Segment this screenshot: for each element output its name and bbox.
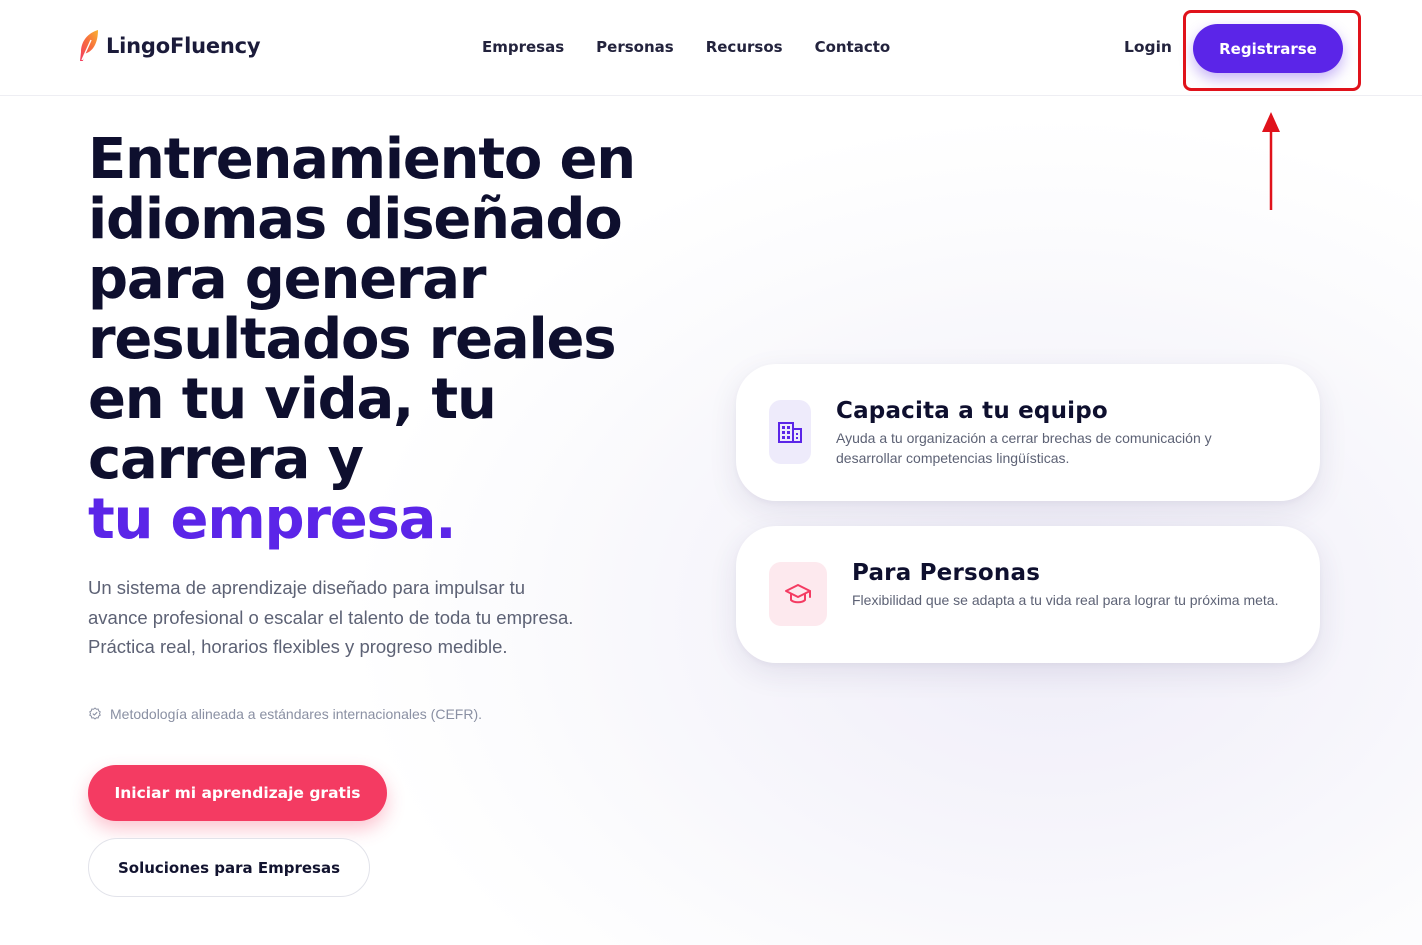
login-link[interactable]: Login bbox=[1124, 38, 1172, 56]
card-title: Capacita a tu equipo bbox=[836, 398, 1108, 424]
card-icon-container bbox=[769, 400, 811, 464]
card-title: Para Personas bbox=[852, 560, 1041, 586]
annotation-arrow-icon bbox=[1262, 112, 1280, 210]
hero-title-line: resultados reales bbox=[88, 307, 617, 372]
feather-logo-icon bbox=[80, 30, 98, 61]
main-nav: Empresas Personas Recursos Contacto bbox=[482, 38, 922, 56]
card-description: Ayuda a tu organización a cerrar brechas… bbox=[836, 430, 1212, 466]
graduation-cap-icon bbox=[785, 584, 811, 604]
brand-name: LingoFluency bbox=[106, 34, 261, 58]
hero-title-line: carrera y bbox=[88, 427, 364, 492]
hero-title: Entrenamiento en idiomas diseñado para g… bbox=[88, 130, 668, 550]
hero-title-accent: tu empresa. bbox=[88, 487, 457, 552]
hero-title-line: en tu vida, tu bbox=[88, 367, 497, 432]
hero-description: Un sistema de aprendizaje diseñado para … bbox=[88, 577, 574, 657]
hero-title-line: para generar bbox=[88, 247, 487, 312]
nav-recursos[interactable]: Recursos bbox=[706, 38, 783, 56]
nav-personas[interactable]: Personas bbox=[596, 38, 674, 56]
cefr-note-text: Metodología alineada a estándares intern… bbox=[110, 706, 482, 722]
verified-badge-icon bbox=[89, 707, 101, 720]
card-description: Flexibilidad que se adapta a tu vida rea… bbox=[852, 592, 1279, 608]
cefr-note: Metodología alineada a estándares intern… bbox=[88, 706, 482, 722]
hero-title-line: idiomas diseñado bbox=[88, 187, 623, 252]
nav-empresas[interactable]: Empresas bbox=[482, 38, 564, 56]
hero-title-line: Entrenamiento en bbox=[88, 127, 636, 192]
nav-contacto[interactable]: Contacto bbox=[815, 38, 891, 56]
card-team-training[interactable]: Capacita a tu equipo Ayuda a tu organiza… bbox=[736, 364, 1320, 501]
annotation-highlight-box bbox=[1183, 10, 1361, 91]
brand-logo[interactable]: LingoFluency bbox=[76, 26, 261, 66]
building-icon bbox=[778, 422, 802, 443]
start-learning-button[interactable]: Iniciar mi aprendizaje gratis bbox=[88, 765, 387, 821]
card-individuals[interactable]: Para Personas Flexibilidad que se adapta… bbox=[736, 526, 1320, 663]
card-icon-container bbox=[769, 562, 827, 626]
business-solutions-button[interactable]: Soluciones para Empresas bbox=[88, 838, 370, 897]
